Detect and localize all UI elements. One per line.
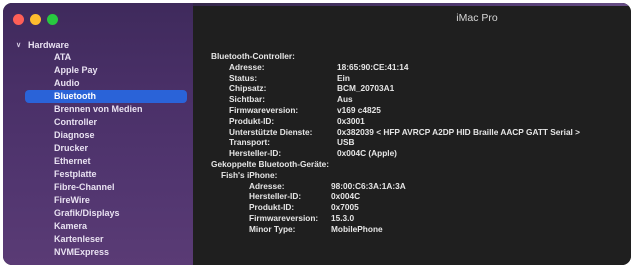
detail-key: Minor Type: [249,223,296,234]
sidebar-item-fibre-channel[interactable]: Fibre-Channel [25,181,187,194]
sidebar-item-grafik-displays[interactable]: Grafik/Displays [25,207,187,220]
sidebar-item-diagnose[interactable]: Diagnose [25,129,187,142]
close-button[interactable] [13,14,24,25]
system-information-window: ∨ Hardware ATA Apple Pay Audio Bluetooth… [3,3,631,265]
detail-row: Sichtbar: Aus [211,94,627,105]
detail-row: Firmwareversion: v169 c4825 [211,105,627,116]
detail-value: 0x004C [331,191,361,202]
detail-value: v169 c4825 [337,104,381,115]
bluetooth-details: Bluetooth-Controller: Adresse: 18:65:90:C… [211,51,627,235]
detail-row: Unterstützte Dienste: 0x382039 < HFP AVRC… [211,127,627,138]
detail-row: Minor Type: MobilePhone [211,224,627,235]
detail-value: Aus [337,94,353,105]
detail-key: Firmwareversion: [249,212,319,223]
detail-value: Ein [337,72,350,83]
detail-value: 0x004C (Apple) [337,148,397,159]
detail-key: Transport: [229,137,271,148]
sidebar-item-festplatte[interactable]: Festplatte [25,168,187,181]
chevron-down-icon[interactable]: ∨ [16,41,28,49]
detail-pane: iMac Pro Bluetooth-Controller: Adresse: 1… [193,3,631,265]
detail-row: Adresse: 98:00:C6:3A:1A:3A [211,181,627,192]
sidebar-item-bluetooth[interactable]: Bluetooth [25,90,187,103]
detail-value: 0x7005 [331,202,359,213]
title-bar: iMac Pro [193,3,631,33]
detail-key: Firmwareversion: [229,104,299,115]
sidebar-item-ethernet[interactable]: Ethernet [25,155,187,168]
detail-key: Chipsatz: [229,83,267,94]
detail-value: 15.3.0 [331,212,355,223]
sidebar-item-kamera[interactable]: Kamera [25,220,187,233]
minimize-button[interactable] [30,14,41,25]
sidebar: ∨ Hardware ATA Apple Pay Audio Bluetooth… [3,3,193,265]
sidebar-item-audio[interactable]: Audio [25,77,187,90]
detail-value: 0x3001 [337,115,365,126]
detail-key: Unterstützte Dienste: [229,126,313,137]
device-name: Fish's iPhone: [221,169,278,180]
detail-value: 98:00:C6:3A:1A:3A [331,180,406,191]
tree-group-hardware[interactable]: ∨ Hardware [3,39,193,51]
sidebar-item-apple-pay[interactable]: Apple Pay [25,64,187,77]
detail-key: Produkt-ID: [249,202,295,213]
detail-key: Sichtbar: [229,94,265,105]
detail-key: Produkt-ID: [229,115,275,126]
window-title: iMac Pro [456,12,498,24]
sidebar-item-nvmexpress[interactable]: NVMExpress [25,246,187,259]
detail-value: BCM_20703A1 [337,83,395,94]
detail-value: MobilePhone [331,223,383,234]
detail-value: USB [337,137,355,148]
detail-row: Status: Ein [211,73,627,84]
detail-key: Hersteller-ID: [229,148,282,159]
detail-key: Adresse: [249,180,285,191]
hardware-tree: ∨ Hardware ATA Apple Pay Audio Bluetooth… [3,39,193,259]
controller-heading: Bluetooth-Controller: [211,51,295,61]
sidebar-item-controller[interactable]: Controller [25,116,187,129]
detail-row: Firmwareversion: 15.3.0 [211,213,627,224]
zoom-button[interactable] [47,14,58,25]
detail-value: 0x382039 < HFP AVRCP A2DP HID Braille AA… [337,126,581,137]
sidebar-item-firewire[interactable]: FireWire [25,194,187,207]
detail-row: Produkt-ID: 0x3001 [211,116,627,127]
detail-key: Adresse: [229,61,265,72]
detail-key: Status: [229,72,258,83]
window-controls [13,14,58,25]
detail-row: Adresse: 18:65:90:CE:41:14 [211,62,627,73]
sidebar-item-kartenleser[interactable]: Kartenleser [25,233,187,246]
detail-row: Hersteller-ID: 0x004C (Apple) [211,148,627,159]
detail-row: Chipsatz: BCM_20703A1 [211,83,627,94]
tree-group-label: Hardware [28,40,70,50]
detail-value: 18:65:90:CE:41:14 [337,61,409,72]
paired-devices-heading: Gekoppelte Bluetooth-Geräte: [211,158,330,169]
detail-row: Hersteller-ID: 0x004C [211,191,627,202]
detail-key: Hersteller-ID: [249,191,302,202]
detail-row: Produkt-ID: 0x7005 [211,202,627,213]
tree-items: ATA Apple Pay Audio Bluetooth Brennen vo… [3,51,193,259]
sidebar-item-brennen-von-medien[interactable]: Brennen von Medien [25,103,187,116]
detail-row: Transport: USB [211,137,627,148]
sidebar-item-drucker[interactable]: Drucker [25,142,187,155]
sidebar-item-ata[interactable]: ATA [25,51,187,64]
